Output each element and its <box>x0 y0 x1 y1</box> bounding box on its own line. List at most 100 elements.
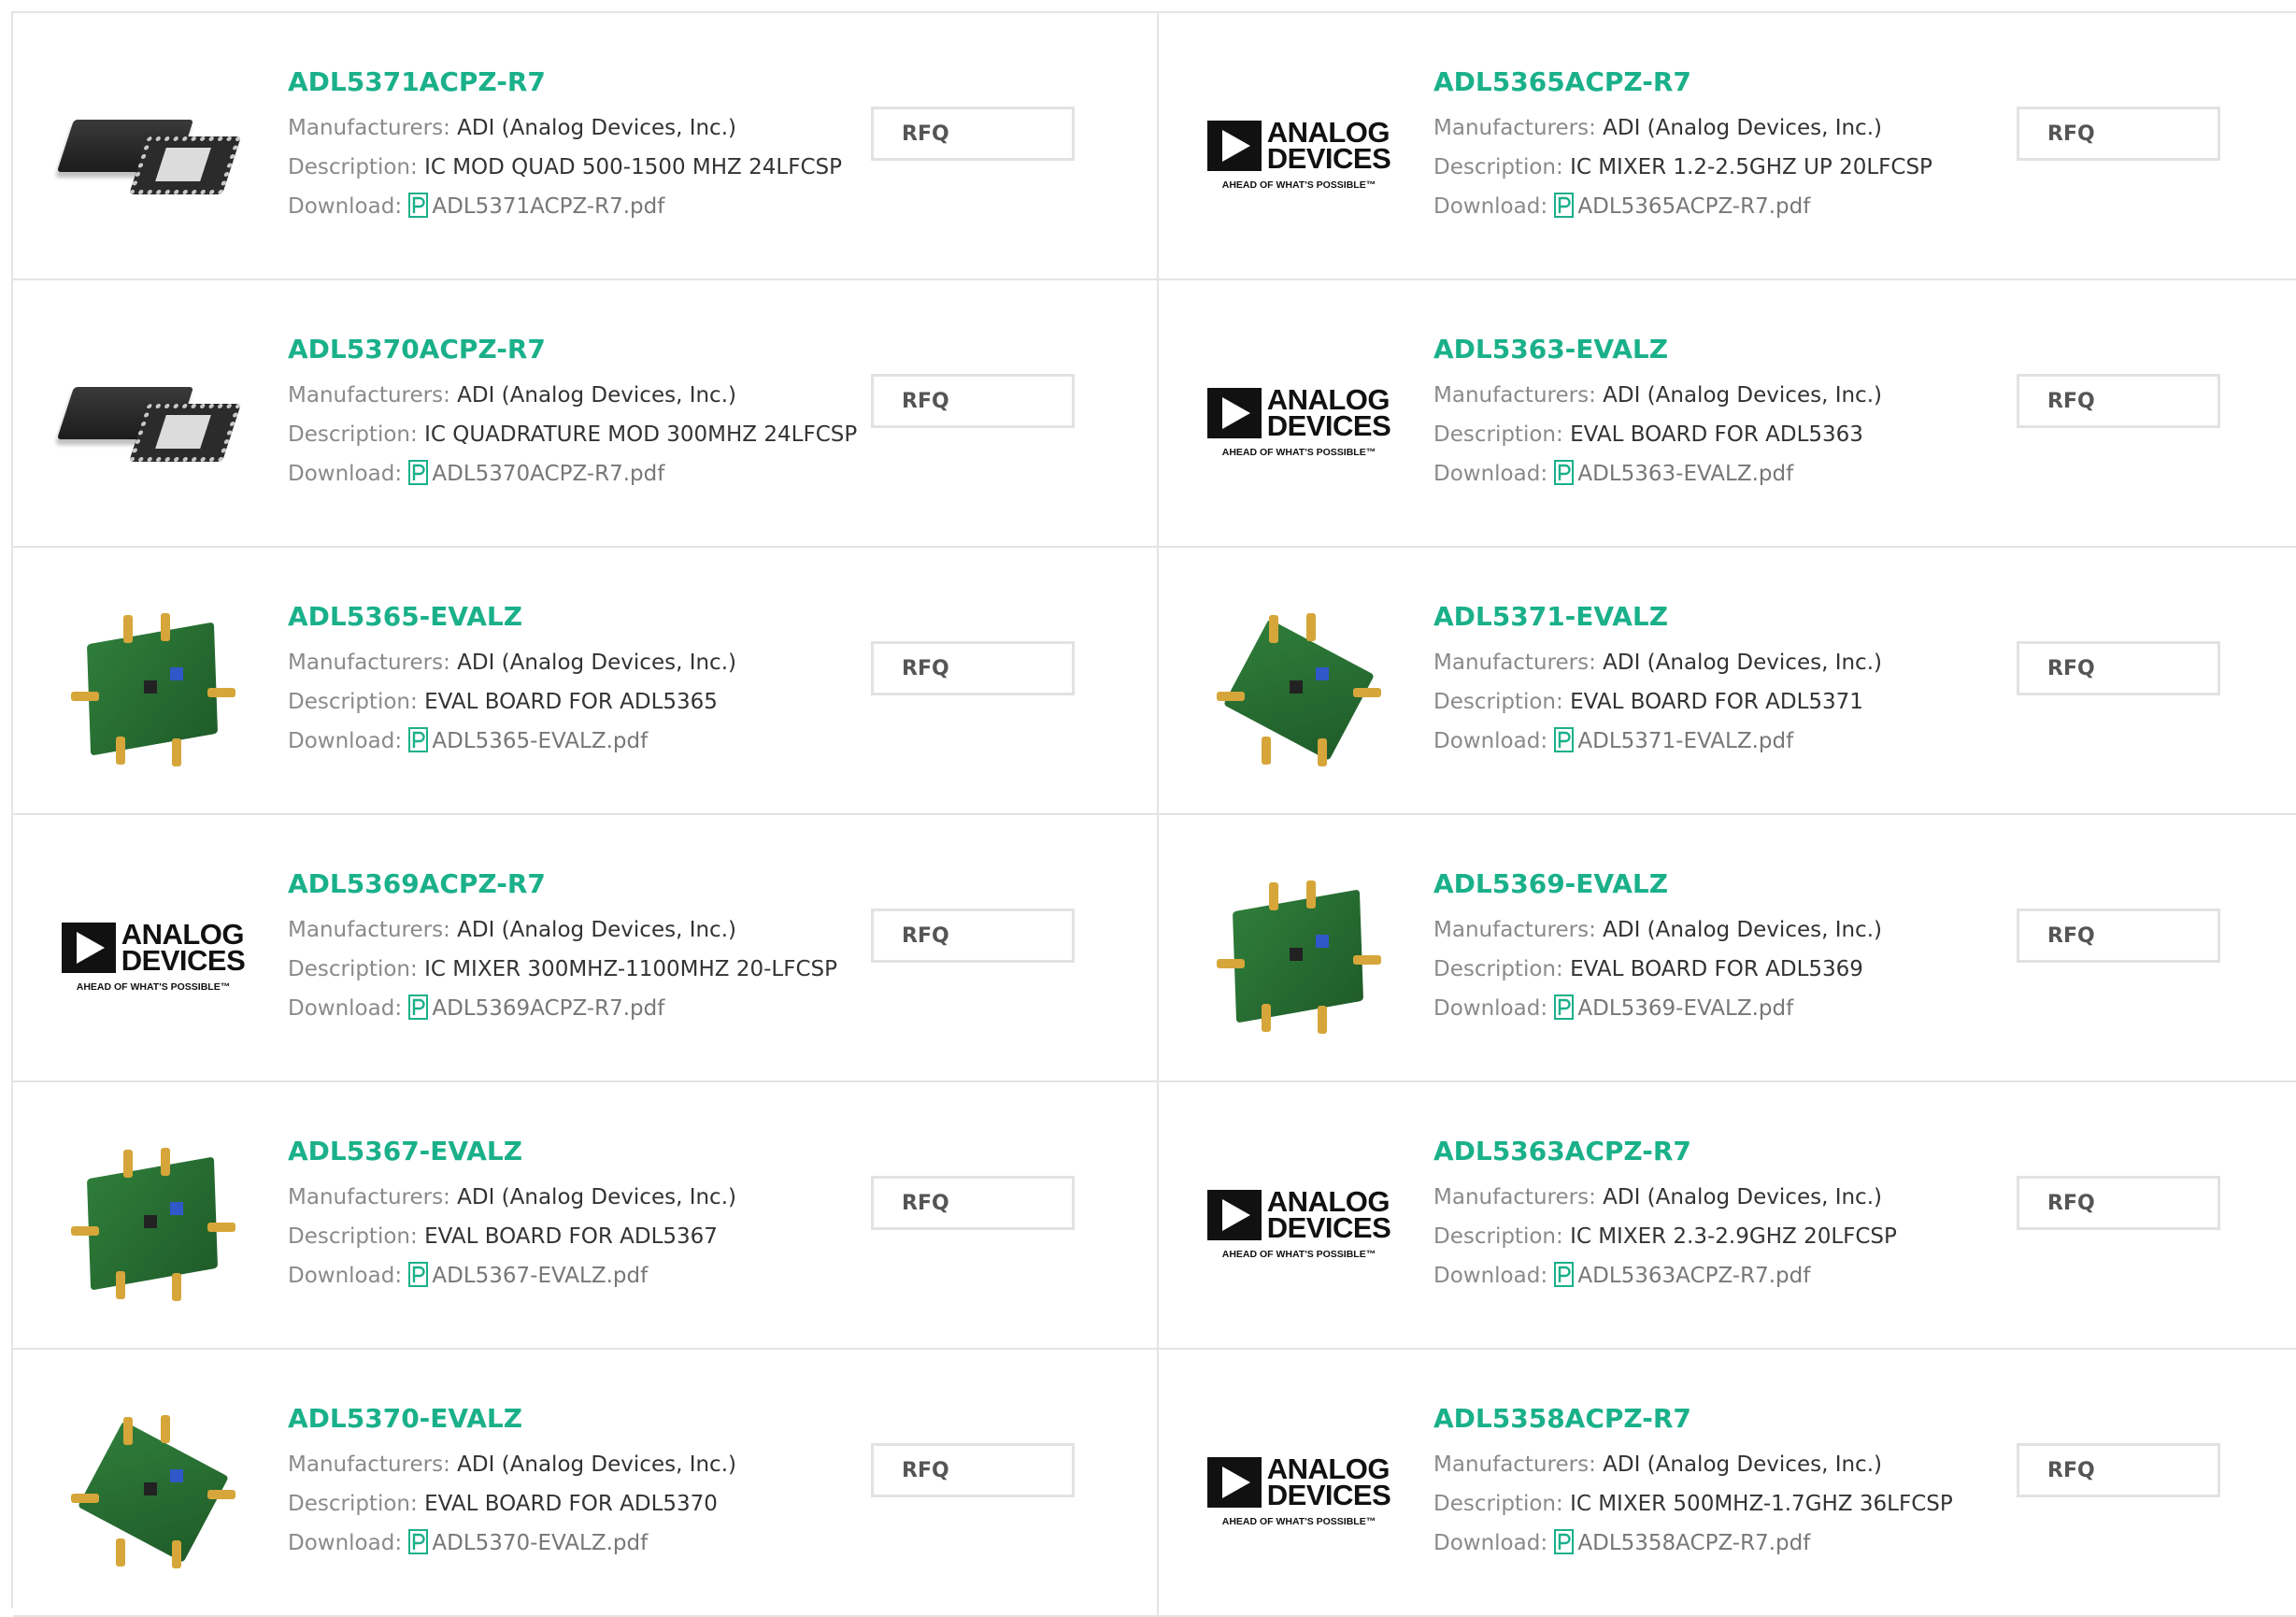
manufacturer-row: Manufacturers: ADI (Analog Devices, Inc.… <box>1433 108 1994 148</box>
datasheet-link[interactable]: ADL5370-EVALZ.pdf <box>408 1529 649 1555</box>
part-number-link[interactable]: ADL5369-EVALZ <box>1433 866 1994 903</box>
part-number-link[interactable]: ADL5363ACPZ-R7 <box>1433 1133 1994 1170</box>
datasheet-filename: ADL5363ACPZ-R7.pdf <box>1577 1264 1811 1288</box>
download-label: Download: <box>1433 996 1548 1021</box>
rfq-button[interactable]: RFQ <box>2017 909 2220 963</box>
part-number-link[interactable]: ADL5365ACPZ-R7 <box>1433 64 1994 101</box>
logo-tagline: AHEAD OF WHAT'S POSSIBLE™ <box>76 981 231 993</box>
download-row: Download: ADL5365ACPZ-R7.pdf <box>1433 187 1994 226</box>
rfq-button[interactable]: RFQ <box>871 641 1075 695</box>
product-image[interactable]: ANALOG DEVICES AHEAD OF WHAT'S POSSIBLE™ <box>1205 1131 1392 1318</box>
datasheet-filename: ADL5365ACPZ-R7.pdf <box>1577 194 1811 219</box>
download-row: Download: ADL5365-EVALZ.pdf <box>288 722 849 761</box>
product-info: ADL5370ACPZ-R7 Manufacturers: ADI (Analo… <box>288 331 857 494</box>
datasheet-link[interactable]: ADL5363-EVALZ.pdf <box>1554 460 1793 486</box>
pdf-icon <box>408 1529 429 1554</box>
download-row: Download: ADL5369ACPZ-R7.pdf <box>288 989 849 1028</box>
product-image[interactable] <box>1205 864 1392 1051</box>
description-value: IC MOD QUAD 500-1500 MHZ 24LFCSP <box>424 155 842 179</box>
datasheet-link[interactable]: ADL5371ACPZ-R7.pdf <box>408 193 664 219</box>
description-label: Description: <box>1433 957 1563 981</box>
rfq-button[interactable]: RFQ <box>2017 1176 2220 1230</box>
product-card: ANALOG DEVICES AHEAD OF WHAT'S POSSIBLE™ A… <box>1159 1350 2296 1617</box>
product-info: ADL5369-EVALZ Manufacturers: ADI (Analog… <box>1433 866 1994 1028</box>
part-number-link[interactable]: ADL5371-EVALZ <box>1433 598 1994 636</box>
product-image[interactable] <box>56 62 247 249</box>
download-row: Download: ADL5369-EVALZ.pdf <box>1433 989 1994 1028</box>
part-number-link[interactable]: ADL5370ACPZ-R7 <box>288 331 849 368</box>
description-value: EVAL BOARD FOR ADL5365 <box>424 690 718 714</box>
product-card: ADL5367-EVALZ Manufacturers: ADI (Analog… <box>13 1082 1159 1350</box>
datasheet-link[interactable]: ADL5370ACPZ-R7.pdf <box>408 460 664 486</box>
product-image[interactable] <box>60 1131 247 1318</box>
datasheet-filename: ADL5367-EVALZ.pdf <box>432 1264 649 1288</box>
rfq-button[interactable]: RFQ <box>871 1176 1075 1230</box>
manufacturer-label: Manufacturers: <box>288 116 450 140</box>
product-image[interactable] <box>56 329 247 516</box>
part-number-link[interactable]: ADL5369ACPZ-R7 <box>288 866 849 903</box>
logo-tagline: AHEAD OF WHAT'S POSSIBLE™ <box>1221 447 1376 458</box>
datasheet-link[interactable]: ADL5358ACPZ-R7.pdf <box>1554 1529 1810 1555</box>
datasheet-filename: ADL5370-EVALZ.pdf <box>432 1531 649 1555</box>
analog-devices-logo: ANALOG DEVICES AHEAD OF WHAT'S POSSIBLE™ <box>1205 1187 1392 1260</box>
logo-triangle-icon <box>1206 121 1262 171</box>
rfq-button[interactable]: RFQ <box>2017 1443 2220 1497</box>
logo-line2: DEVICES <box>1266 1479 1391 1511</box>
manufacturer-value: ADI (Analog Devices, Inc.) <box>1603 1185 1882 1209</box>
product-image[interactable] <box>1205 596 1392 783</box>
download-label: Download: <box>288 996 403 1021</box>
part-number-link[interactable]: ADL5371ACPZ-R7 <box>288 64 849 101</box>
rfq-button[interactable]: RFQ <box>871 374 1075 428</box>
description-row: Description: IC MIXER 300MHZ-1100MHZ 20-… <box>288 950 849 989</box>
download-row: Download: ADL5363-EVALZ.pdf <box>1433 454 1994 494</box>
product-card: ANALOG DEVICES AHEAD OF WHAT'S POSSIBLE™ A… <box>13 815 1159 1082</box>
download-label: Download: <box>1433 1531 1548 1555</box>
eval-board-image <box>1205 596 1392 783</box>
product-image[interactable]: ANALOG DEVICES AHEAD OF WHAT'S POSSIBLE™ <box>60 864 247 1051</box>
part-number-link[interactable]: ADL5365-EVALZ <box>288 598 849 636</box>
product-image[interactable]: ANALOG DEVICES AHEAD OF WHAT'S POSSIBLE™ <box>1205 1398 1392 1585</box>
download-label: Download: <box>1433 729 1548 753</box>
rfq-button[interactable]: RFQ <box>2017 374 2220 428</box>
download-row: Download: ADL5371ACPZ-R7.pdf <box>288 187 849 226</box>
product-card: ADL5370-EVALZ Manufacturers: ADI (Analog… <box>13 1350 1159 1617</box>
logo-line2: DEVICES <box>1266 409 1391 442</box>
description-value: IC MIXER 500MHZ-1.7GHZ 36LFCSP <box>1570 1492 1953 1516</box>
datasheet-link[interactable]: ADL5369-EVALZ.pdf <box>1554 995 1794 1021</box>
manufacturer-row: Manufacturers: ADI (Analog Devices, Inc.… <box>1433 910 1994 950</box>
manufacturer-value: ADI (Analog Devices, Inc.) <box>457 116 736 140</box>
product-image[interactable] <box>60 596 247 783</box>
manufacturer-row: Manufacturers: ADI (Analog Devices, Inc.… <box>288 910 849 950</box>
description-label: Description: <box>1433 1224 1563 1249</box>
description-label: Description: <box>1433 155 1563 179</box>
datasheet-link[interactable]: ADL5363ACPZ-R7.pdf <box>1554 1262 1811 1288</box>
product-image[interactable] <box>60 1398 247 1585</box>
rfq-button[interactable]: RFQ <box>2017 107 2220 161</box>
description-row: Description: IC QUADRATURE MOD 300MHZ 24… <box>288 415 857 454</box>
part-number-link[interactable]: ADL5358ACPZ-R7 <box>1433 1400 1994 1438</box>
description-value: EVAL BOARD FOR ADL5370 <box>424 1492 718 1516</box>
pdf-icon <box>408 460 429 485</box>
part-number-link[interactable]: ADL5367-EVALZ <box>288 1133 849 1170</box>
rfq-button[interactable]: RFQ <box>2017 641 2220 695</box>
datasheet-filename: ADL5369-EVALZ.pdf <box>1577 996 1794 1021</box>
product-card: ANALOG DEVICES AHEAD OF WHAT'S POSSIBLE™ A… <box>1159 280 2296 548</box>
product-image[interactable]: ANALOG DEVICES AHEAD OF WHAT'S POSSIBLE™ <box>1205 329 1392 516</box>
datasheet-filename: ADL5369ACPZ-R7.pdf <box>432 996 665 1021</box>
download-label: Download: <box>1433 194 1548 219</box>
description-label: Description: <box>288 422 418 447</box>
part-number-link[interactable]: ADL5370-EVALZ <box>288 1400 849 1438</box>
datasheet-link[interactable]: ADL5365ACPZ-R7.pdf <box>1554 193 1811 219</box>
rfq-button[interactable]: RFQ <box>871 1443 1075 1497</box>
rfq-button[interactable]: RFQ <box>871 107 1075 161</box>
datasheet-link[interactable]: ADL5367-EVALZ.pdf <box>408 1262 649 1288</box>
product-card: ADL5365-EVALZ Manufacturers: ADI (Analog… <box>13 548 1159 815</box>
datasheet-link[interactable]: ADL5371-EVALZ.pdf <box>1554 727 1793 753</box>
download-label: Download: <box>288 462 403 486</box>
logo-tagline: AHEAD OF WHAT'S POSSIBLE™ <box>1221 179 1376 191</box>
datasheet-link[interactable]: ADL5369ACPZ-R7.pdf <box>408 995 665 1021</box>
rfq-button[interactable]: RFQ <box>871 909 1075 963</box>
product-image[interactable]: ANALOG DEVICES AHEAD OF WHAT'S POSSIBLE™ <box>1205 62 1392 249</box>
datasheet-link[interactable]: ADL5365-EVALZ.pdf <box>408 727 648 753</box>
part-number-link[interactable]: ADL5363-EVALZ <box>1433 331 1994 368</box>
